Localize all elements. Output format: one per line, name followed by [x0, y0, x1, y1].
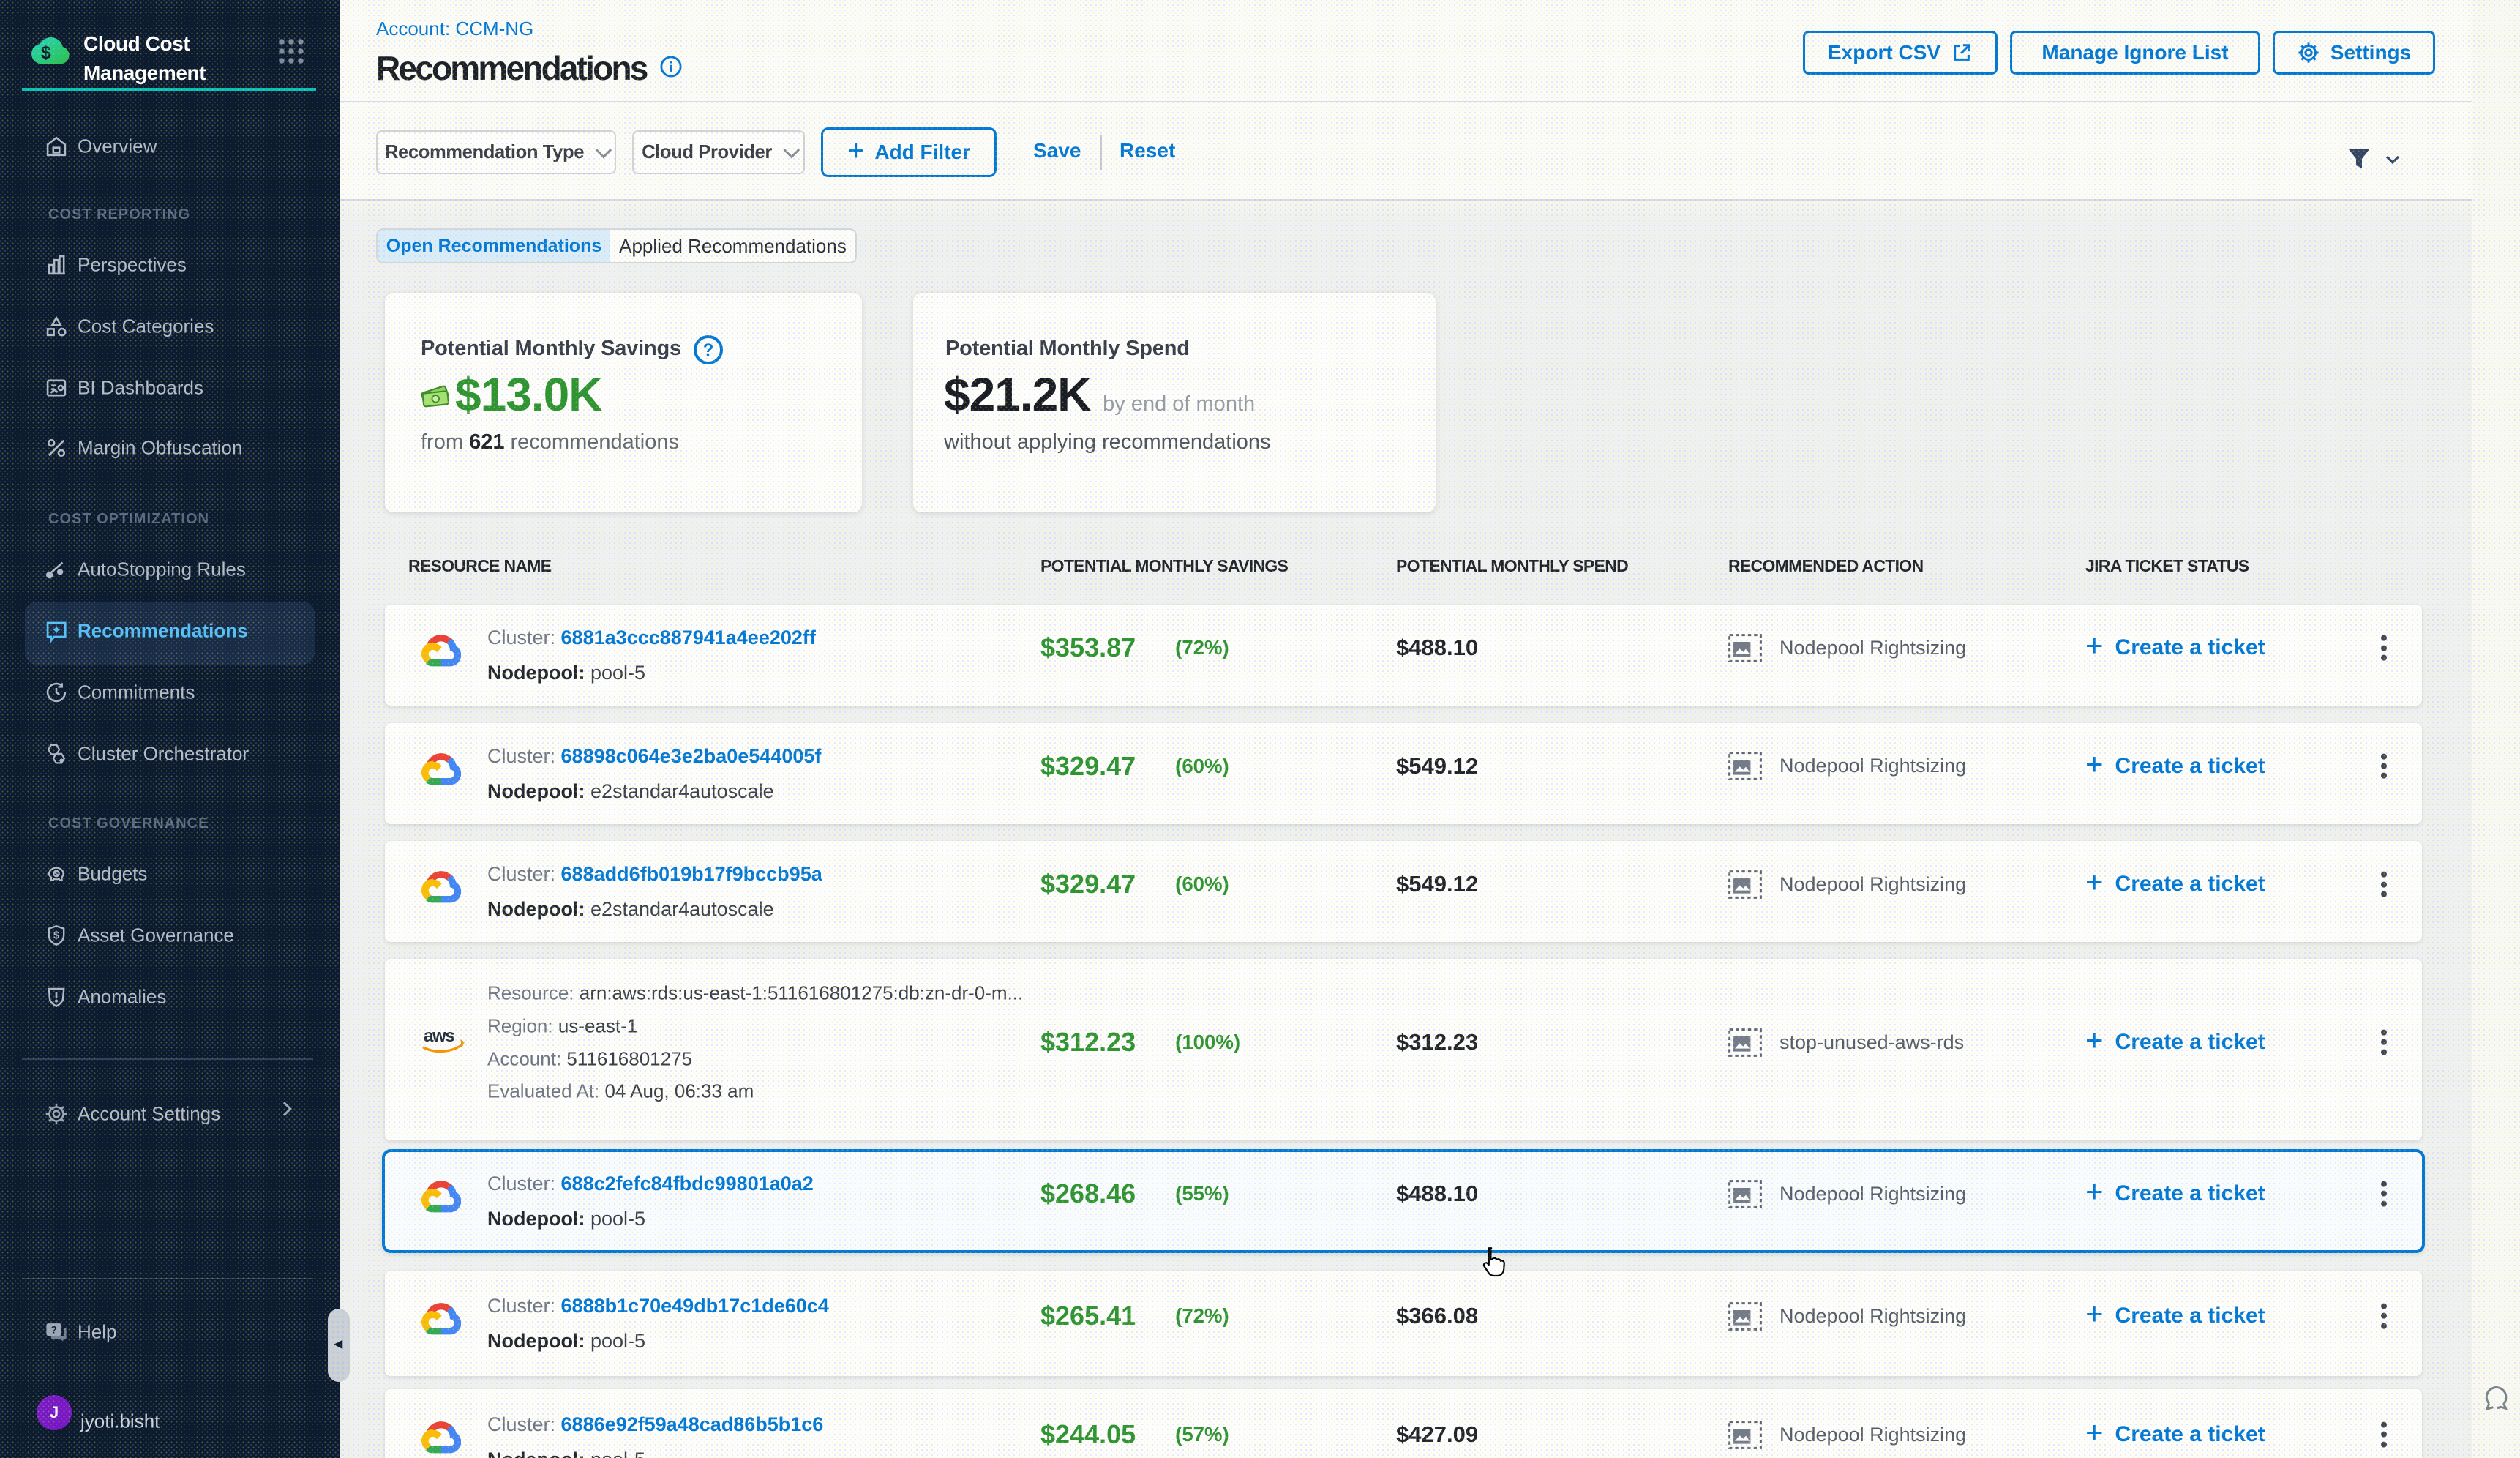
svg-text:$: $ — [54, 870, 59, 878]
svg-text:?: ? — [50, 1325, 56, 1336]
svg-text:aws: aws — [424, 1026, 454, 1046]
svg-text:$: $ — [53, 930, 59, 942]
svg-text:$: $ — [41, 42, 51, 63]
